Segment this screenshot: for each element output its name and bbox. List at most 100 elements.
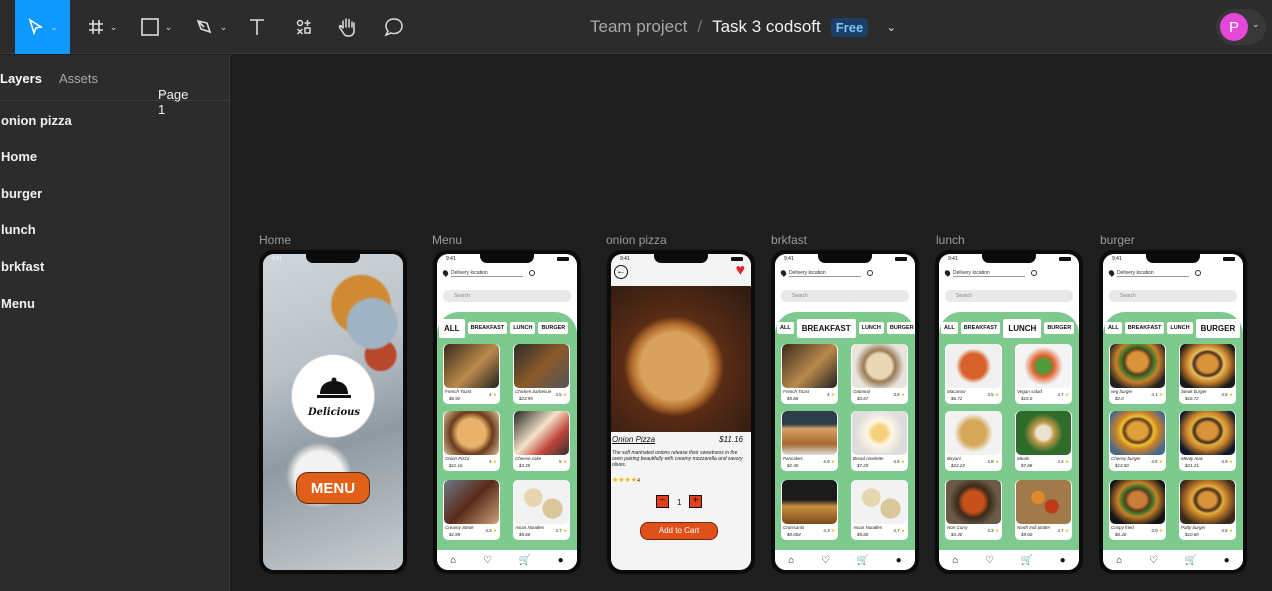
cart-icon[interactable]: 🛒 <box>519 555 531 566</box>
frame-menu[interactable]: 9:41 Delivery location Search ALL BREAKF… <box>433 250 581 574</box>
delivery-location-bar[interactable]: Delivery location <box>441 268 571 278</box>
tab-burger[interactable]: BURGER <box>1195 318 1241 338</box>
search-input[interactable]: Search <box>945 290 1073 302</box>
food-card[interactable]: Pancakes $2.30 4.9 ★ <box>781 411 838 471</box>
layer-item[interactable]: lunch <box>1 222 36 237</box>
food-card[interactable]: Biryani $22.23 4.8 ★ <box>945 411 1002 471</box>
increase-button[interactable]: + <box>689 495 702 508</box>
plan-badge[interactable]: Free <box>830 17 869 37</box>
food-card[interactable]: Asian Noodles $5.60 4.7 ★ <box>513 480 570 540</box>
layer-item[interactable]: brkfast <box>1 259 44 274</box>
food-card[interactable]: Asian Noodles $5.60 4.7 ★ <box>851 480 908 540</box>
food-card[interactable]: Vegan salad $15.0 4.7 ★ <box>1015 344 1072 404</box>
profile-icon[interactable]: ● <box>1224 555 1230 566</box>
frame-label-menu[interactable]: Menu <box>432 233 462 247</box>
chevron-down-icon[interactable]: ⌄ <box>165 22 173 33</box>
layer-item[interactable]: onion pizza <box>1 113 72 128</box>
food-card[interactable]: Oatmeal $3.67 3.8 ★ <box>851 344 908 404</box>
chevron-down-icon[interactable]: ⌄ <box>50 22 58 33</box>
tab-breakfast[interactable]: BREAKFAST <box>960 322 1001 334</box>
food-card[interactable]: Patty burger $10.60 4.5 ★ <box>1179 480 1236 540</box>
search-input[interactable]: Search <box>1109 290 1237 302</box>
file-name[interactable]: Task 3 codsoft <box>712 17 821 37</box>
heart-icon[interactable]: ♡ <box>1149 555 1158 566</box>
delivery-location-bar[interactable]: Delivery location <box>943 268 1073 278</box>
tab-all[interactable]: ALL <box>439 318 465 338</box>
tab-lunch[interactable]: LUNCH <box>510 322 536 334</box>
food-card[interactable]: Cheesy burger $13.50 4.5 ★ <box>1109 411 1166 471</box>
food-card[interactable]: Creamy Steak $1.89 4.3 ★ <box>443 480 500 540</box>
food-card[interactable]: Crispy fried $0.40 3.9 ★ <box>1109 480 1166 540</box>
chevron-down-icon[interactable]: ⌄ <box>220 22 228 33</box>
frame-home[interactable]: 9:41 Delicious MENU <box>259 250 407 574</box>
frame-label-lunch[interactable]: lunch <box>936 233 965 247</box>
food-card[interactable]: French Toast $5.68 4 ★ <box>781 344 838 404</box>
move-tool-button[interactable]: ⌄ <box>15 0 70 54</box>
layer-item[interactable]: burger <box>1 186 42 201</box>
pen-tool-button[interactable]: ⌄ <box>191 0 231 54</box>
tab-lunch[interactable]: LUNCH <box>1003 318 1042 338</box>
tab-lunch[interactable]: LUNCH <box>858 322 884 334</box>
frame-onion-pizza[interactable]: 9:41 ← ♥ Onion Pizza $11.16 The soft mar… <box>607 250 755 574</box>
tab-burger[interactable]: BURGER <box>1044 322 1075 334</box>
frame-tool-button[interactable]: ⌄ <box>82 0 122 54</box>
avatar[interactable]: P <box>1220 13 1248 41</box>
chevron-down-icon[interactable]: ⌄ <box>110 22 118 33</box>
food-card[interactable]: Steak burger $16.72 4.5 ★ <box>1179 344 1236 404</box>
cart-icon[interactable]: 🛒 <box>857 555 869 566</box>
decrease-button[interactable]: − <box>656 495 669 508</box>
food-card[interactable]: Chicken barbecue $23.95 4.5 ★ <box>513 344 570 404</box>
food-card[interactable]: veg burger $2.0 4.1 ★ <box>1109 344 1166 404</box>
tab-all[interactable]: ALL <box>941 322 958 334</box>
search-input[interactable]: Search <box>781 290 909 302</box>
layer-item[interactable]: Home <box>1 149 37 164</box>
tab-assets[interactable]: Assets <box>59 71 98 86</box>
tab-all[interactable]: ALL <box>777 322 794 334</box>
profile-icon[interactable]: ● <box>558 555 564 566</box>
frame-burger[interactable]: 9:41 Delivery location Search ALL BREAKF… <box>1099 250 1247 574</box>
menu-button[interactable]: MENU <box>296 472 370 504</box>
target-icon[interactable] <box>1031 270 1037 276</box>
tab-lunch[interactable]: LUNCH <box>1167 322 1193 334</box>
add-to-cart-button[interactable]: Add to Cart <box>640 522 718 540</box>
food-card[interactable]: Onion Pizza $11.16 4 ★ <box>443 411 500 471</box>
cart-icon[interactable]: 🛒 <box>1185 555 1197 566</box>
tab-layers[interactable]: Layers <box>0 71 42 86</box>
tab-breakfast[interactable]: BREAKFAST <box>467 322 508 334</box>
home-icon[interactable]: ⌂ <box>788 555 794 566</box>
heart-icon[interactable]: ♡ <box>483 555 492 566</box>
search-input[interactable]: Search <box>443 290 571 302</box>
heart-icon[interactable]: ♡ <box>985 555 994 566</box>
food-card[interactable]: Non Curry $3.40 4.3 ★ <box>945 480 1002 540</box>
text-tool-button[interactable] <box>244 0 270 54</box>
food-card[interactable]: Cheese cake $3.25 5 ★ <box>513 411 570 471</box>
home-icon[interactable]: ⌂ <box>450 555 456 566</box>
components-tool-button[interactable] <box>291 0 317 54</box>
layer-item[interactable]: Menu <box>1 296 35 311</box>
frame-label-burger[interactable]: burger <box>1100 233 1135 247</box>
home-icon[interactable]: ⌂ <box>1116 555 1122 566</box>
food-card[interactable]: Croissants $0.004 4.3 ★ <box>781 480 838 540</box>
home-icon[interactable]: ⌂ <box>952 555 958 566</box>
tab-all[interactable]: ALL <box>1105 322 1122 334</box>
target-icon[interactable] <box>529 270 535 276</box>
comment-tool-button[interactable] <box>380 0 408 54</box>
tab-burger[interactable]: BURGER <box>886 322 915 334</box>
user-menu[interactable]: P ⌄ <box>1216 9 1266 45</box>
food-card[interactable]: North Indi platter $9.60 4.7 ★ <box>1015 480 1072 540</box>
frame-brkfast[interactable]: 9:41 Delivery location Search ALL BREAKF… <box>771 250 919 574</box>
food-card[interactable]: French Toast $6.92 4 ★ <box>443 344 500 404</box>
frame-label-home[interactable]: Home <box>259 233 291 247</box>
tab-breakfast[interactable]: BREAKFAST <box>796 318 856 338</box>
food-card[interactable]: Macaroni $6.72 3.5 ★ <box>945 344 1002 404</box>
file-menu-chevron-icon[interactable]: ⌄ <box>886 20 896 34</box>
target-icon[interactable] <box>867 270 873 276</box>
chevron-down-icon[interactable]: ⌄ <box>1252 19 1260 30</box>
profile-icon[interactable]: ● <box>896 555 902 566</box>
tab-burger[interactable]: BURGER <box>538 322 569 334</box>
food-card[interactable]: Meaty mac $21.21 4.9 ★ <box>1179 411 1236 471</box>
tab-breakfast[interactable]: BREAKFAST <box>1124 322 1165 334</box>
delivery-location-bar[interactable]: Delivery location <box>779 268 909 278</box>
food-card[interactable]: Bread omelette $7.20 4.5 ★ <box>851 411 908 471</box>
shape-tool-button[interactable]: ⌄ <box>136 0 176 54</box>
